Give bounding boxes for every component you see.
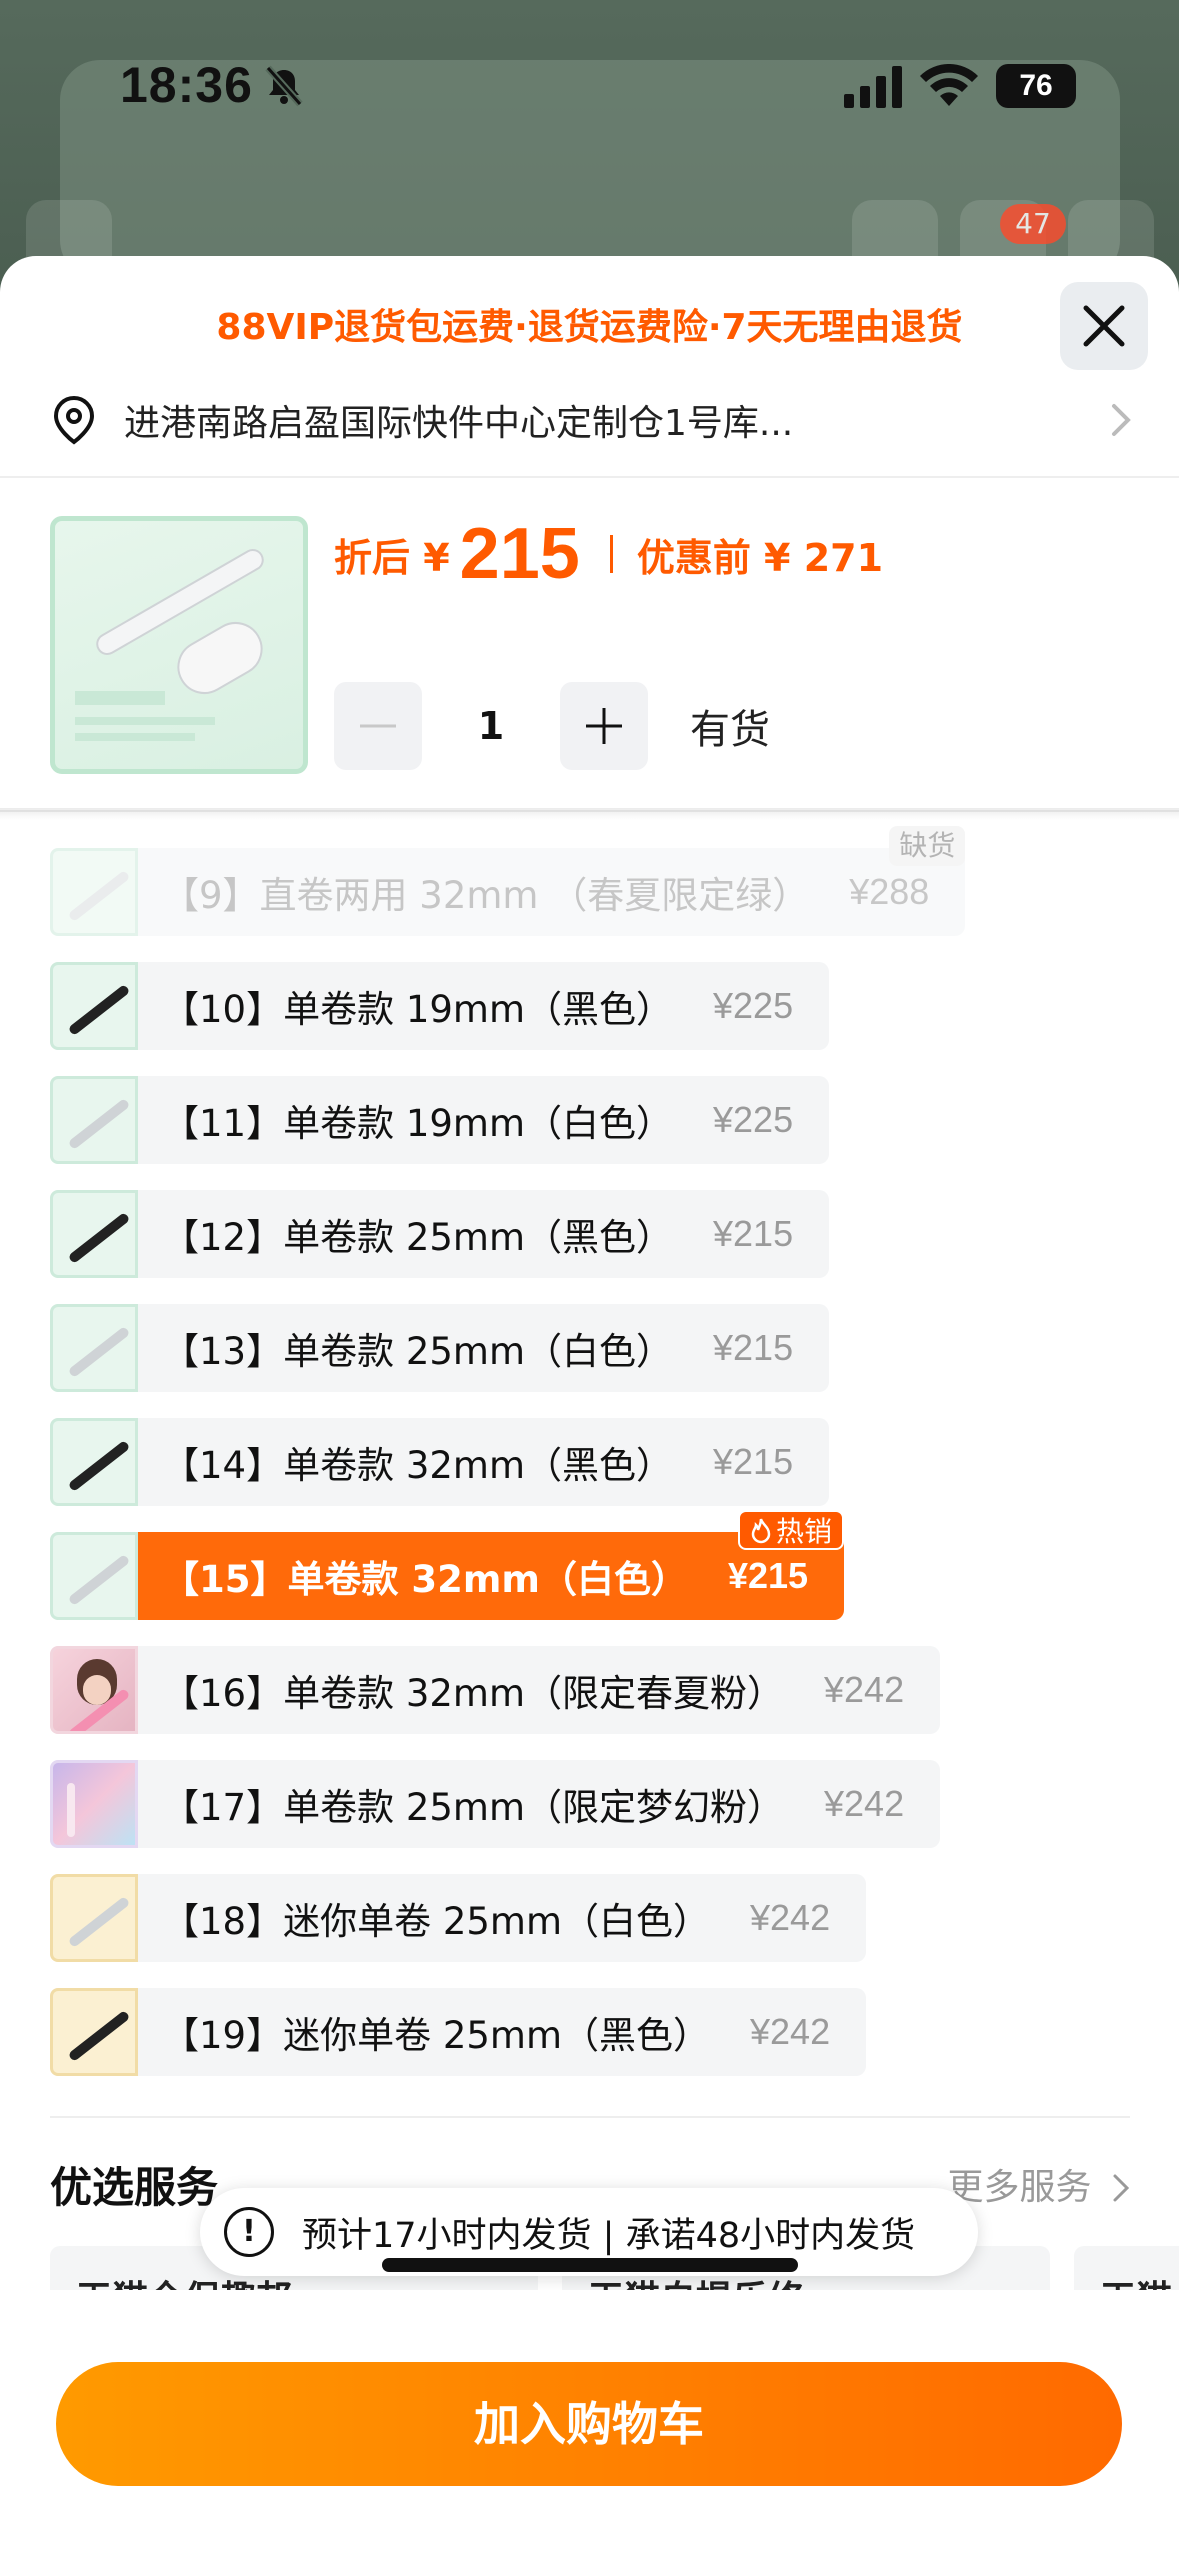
more-services-link[interactable]: 更多服务 [948, 2158, 1131, 2210]
status-bar: 18:36 76 [0, 0, 1179, 170]
sku-option-11[interactable]: 【11】单卷款 19mm（白色） ¥225 [50, 1076, 830, 1164]
sku-option-thumbnail [50, 962, 138, 1050]
wifi-icon [920, 64, 978, 106]
exclamation-icon: ! [224, 2207, 274, 2257]
decrease-button[interactable] [334, 682, 422, 770]
footer-bar: 加入购物车 [0, 2290, 1179, 2556]
sku-option-label: 【9】直卷两用 32mm （春夏限定绿） [162, 874, 810, 917]
sku-option-label: 【17】单卷款 25mm（限定梦幻粉） [162, 1786, 785, 1829]
sku-option-14[interactable]: 【14】单卷款 32mm（黑色） ¥215 [50, 1418, 830, 1506]
sku-option-thumbnail [50, 1190, 138, 1278]
quantity-stepper: 1 有货 [334, 682, 770, 770]
flame-icon [751, 1518, 771, 1544]
quantity-value[interactable]: 1 [422, 704, 560, 748]
sku-option-price: ¥242 [750, 2011, 831, 2052]
location-pin-icon [53, 395, 95, 445]
home-indicator [382, 2258, 798, 2272]
sku-option-label: 【16】单卷款 32mm（限定春夏粉） [162, 1672, 785, 1715]
shipping-notice-text: 预计17小时内发货 | 承诺48小时内发货 [302, 2215, 916, 2256]
price-row: 折后 ¥ 215 优惠前 ¥ 271 [334, 506, 883, 602]
sku-option-price: ¥215 [713, 1213, 794, 1254]
chevron-right-icon [1113, 2174, 1130, 2202]
sku-option-price: ¥215 [727, 1555, 809, 1596]
sku-option-price: ¥215 [713, 1441, 794, 1482]
divider [50, 2116, 1130, 2118]
sku-option-thumbnail [50, 848, 138, 936]
sku-option-price: ¥225 [713, 1099, 794, 1140]
sku-option-thumbnail [50, 1874, 138, 1962]
delivery-address: 进港南路启盈国际快件中心定制仓1号库... [124, 403, 794, 444]
plus-icon [586, 708, 622, 744]
status-time: 18:36 [120, 57, 253, 113]
add-to-cart-button[interactable]: 加入购物车 [56, 2362, 1122, 2486]
bell-off-icon [265, 65, 303, 107]
cart-count-badge: 47 [1000, 204, 1066, 244]
sku-option-18[interactable]: 【18】迷你单卷 25mm（白色） ¥242 [50, 1874, 867, 1962]
sku-option-thumbnail [50, 1646, 138, 1734]
price-separator [609, 535, 613, 573]
sku-option-thumbnail [50, 1076, 138, 1164]
delivery-address-row[interactable]: 进港南路启盈国际快件中心定制仓1号库... [52, 380, 1132, 460]
sku-option-15-selected[interactable]: 【15】单卷款 32mm（白色） ¥215 热销 [50, 1510, 845, 1620]
close-icon [1083, 305, 1125, 347]
sku-option-price: ¥242 [824, 1783, 905, 1824]
sku-option-12[interactable]: 【12】单卷款 25mm（黑色） ¥215 [50, 1190, 830, 1278]
sku-option-price: ¥242 [824, 1669, 905, 1710]
sku-option-10[interactable]: 【10】单卷款 19mm（黑色） ¥225 [50, 962, 830, 1050]
battery-indicator: 76 [996, 64, 1076, 108]
sku-option-label: 【19】迷你单卷 25mm（黑色） [162, 2014, 711, 2057]
minus-icon [360, 724, 396, 728]
chevron-right-icon [1112, 404, 1131, 436]
sku-option-label: 【14】单卷款 32mm（黑色） [162, 1444, 674, 1487]
sku-option-price: ¥288 [849, 871, 930, 912]
hot-sale-label: 热销 [776, 1515, 833, 1548]
promo-banner: 88VIP退货包运费·退货运费险·7天无理由退货 [216, 307, 963, 348]
sku-option-thumbnail [50, 1988, 138, 2076]
sku-option-thumbnail [50, 1532, 138, 1620]
increase-button[interactable] [560, 682, 648, 770]
selected-product-thumbnail[interactable] [50, 516, 308, 774]
services-title: 优选服务 [50, 2163, 219, 2212]
sku-option-label: 【18】迷你单卷 25mm（白色） [162, 1900, 711, 1943]
sku-option-19[interactable]: 【19】迷你单卷 25mm（黑色） ¥242 [50, 1988, 867, 2076]
sku-option-16[interactable]: 【16】单卷款 32mm（限定春夏粉） ¥242 [50, 1646, 941, 1734]
divider [0, 476, 1179, 478]
discounted-price-label: 折后 ¥ [334, 535, 450, 580]
sku-option-17[interactable]: 【17】单卷款 25mm（限定梦幻粉） ¥242 [50, 1760, 941, 1848]
sku-option-price: ¥242 [750, 1897, 831, 1938]
sku-option-price: ¥225 [713, 985, 794, 1026]
original-price: 优惠前 ¥ 271 [636, 535, 884, 580]
discounted-price: 215 [459, 514, 580, 594]
sticky-header-shadow [0, 808, 1179, 820]
sku-option-thumbnail [50, 1304, 138, 1392]
out-of-stock-badge: 缺货 [889, 826, 966, 866]
sku-option-thumbnail [50, 1418, 138, 1506]
sku-option-9[interactable]: 【9】直卷两用 32mm （春夏限定绿） ¥288 缺货 [50, 826, 966, 936]
sku-option-price: ¥215 [713, 1327, 794, 1368]
sku-option-label: 【12】单卷款 25mm（黑色） [162, 1216, 674, 1259]
more-services-label: 更多服务 [947, 2167, 1092, 2208]
sku-selector-sheet: 88VIP退货包运费·退货运费险·7天无理由退货 进港南路启盈国际快件中心定制仓… [0, 256, 1179, 2556]
sku-option-label: 【13】单卷款 25mm（白色） [162, 1330, 674, 1373]
hot-sale-badge: 热销 [738, 1510, 845, 1550]
sku-option-label: 【15】单卷款 32mm（白色） [162, 1558, 688, 1601]
sku-option-label: 【10】单卷款 19mm（黑色） [162, 988, 674, 1031]
close-button[interactable] [1060, 282, 1148, 370]
stock-status: 有货 [690, 707, 770, 753]
sku-option-label: 【11】单卷款 19mm（白色） [162, 1102, 674, 1145]
sku-option-thumbnail [50, 1760, 138, 1848]
signal-icon [844, 66, 902, 108]
sku-option-13[interactable]: 【13】单卷款 25mm（白色） ¥215 [50, 1304, 830, 1392]
